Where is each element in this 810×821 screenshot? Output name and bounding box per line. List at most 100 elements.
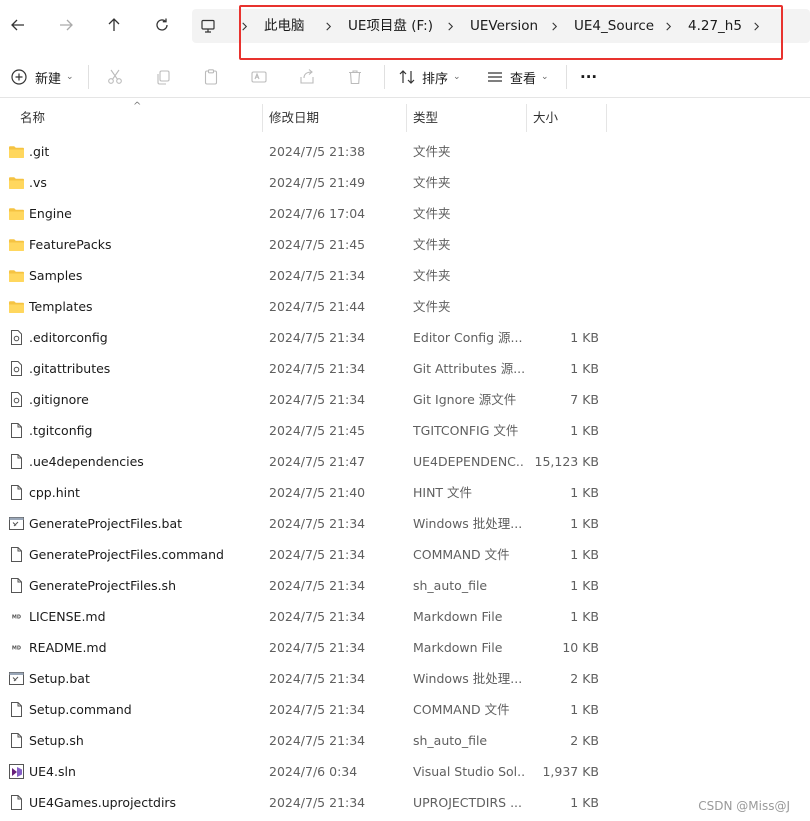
file-row[interactable]: Setup.command 2024/7/5 21:34 COMMAND 文件 1 K… [0,694,810,725]
delete-button[interactable] [346,56,364,98]
file-name: UE4.sln [29,764,76,779]
file-row[interactable]: Templates 2024/7/5 21:44 文件夹 [0,291,810,322]
file-size: 1 KB [570,516,599,531]
file-modified-date: 2024/7/6 17:04 [269,206,366,221]
file-icon [8,732,25,749]
batch-file-icon [8,670,25,687]
file-row[interactable]: MD README.md 2024/7/5 21:34 Markdown File 10… [0,632,810,663]
file-row[interactable]: .vs 2024/7/5 21:49 文件夹 [0,167,810,198]
file-modified-date: 2024/7/5 21:34 [269,268,366,283]
breadcrumb-item[interactable]: 此电脑 [264,9,305,43]
column-divider[interactable] [406,104,407,132]
column-divider[interactable] [526,104,527,132]
refresh-button[interactable] [148,10,176,40]
file-name: Setup.sh [29,733,84,748]
file-icon [8,422,25,439]
column-divider[interactable] [262,104,263,132]
view-button[interactable]: 查看 ⌄ [486,56,549,98]
file-size: 1,937 KB [542,764,599,779]
up-button[interactable] [100,10,128,40]
chevron-right-icon[interactable] [550,9,559,43]
file-name: .git [29,144,50,159]
share-button[interactable] [298,56,316,98]
plus-circle-icon [10,68,28,86]
forward-button[interactable] [52,10,80,40]
column-header-name[interactable]: 名称 [20,104,45,132]
file-modified-date: 2024/7/5 21:34 [269,609,366,624]
file-row[interactable]: GenerateProjectFiles.command 2024/7/5 21:… [0,539,810,570]
file-row[interactable]: UE4Games.uprojectdirs 2024/7/5 21:34 UPROJ… [0,787,810,818]
visual-studio-solution-icon [8,763,25,780]
breadcrumb-item[interactable]: UEVersion [470,9,538,43]
sort-button[interactable]: 排序 ⌄ [398,56,461,98]
file-modified-date: 2024/7/5 21:49 [269,175,366,190]
file-row[interactable]: cpp.hint 2024/7/5 21:40 HINT 文件 1 KB [0,477,810,508]
paste-button[interactable] [202,56,220,98]
cut-button[interactable] [106,56,124,98]
folder-icon [8,174,25,191]
view-list-icon [486,68,504,86]
file-icon [8,484,25,501]
column-header-size[interactable]: 大小 [533,104,558,132]
column-divider[interactable] [606,104,607,132]
new-button[interactable]: 新建 ⌄ [10,56,74,98]
file-type: Markdown File [413,609,503,624]
breadcrumb-item[interactable]: UE项目盘 (F:) [348,9,433,43]
file-row[interactable]: .tgitconfig 2024/7/5 21:45 TGITCONFIG 文件 1 … [0,415,810,446]
file-size: 15,123 KB [534,454,599,469]
file-type: UPROJECTDIRS ... [413,795,522,810]
watermark-text: CSDN @Miss@J [698,799,790,813]
arrow-up-icon [108,18,120,31]
config-file-icon [8,329,25,346]
file-name: FeaturePacks [29,237,112,252]
file-row[interactable]: .gitattributes 2024/7/5 21:34 Git Attribut… [0,353,810,384]
file-size: 1 KB [570,795,599,810]
file-type: Windows 批处理... [413,516,523,531]
address-bar[interactable]: 此电脑 UE项目盘 (F:) UEVersion UE4_Source 4.27… [192,9,810,43]
file-name: .ue4dependencies [29,454,144,469]
back-button[interactable] [4,10,32,40]
file-row[interactable]: Setup.sh 2024/7/5 21:34 sh_auto_file 2 KB [0,725,810,756]
clipboard-icon [202,68,220,86]
file-icon [8,453,25,470]
rename-button[interactable] [250,56,268,98]
arrow-right-icon [60,19,73,31]
file-row[interactable]: Samples 2024/7/5 21:34 文件夹 [0,260,810,291]
file-row[interactable]: Engine 2024/7/6 17:04 文件夹 [0,198,810,229]
file-row[interactable]: MD LICENSE.md 2024/7/5 21:34 Markdown File 1… [0,601,810,632]
chevron-down-icon: ⌄ [541,72,549,82]
file-row[interactable]: GenerateProjectFiles.bat 2024/7/5 21:34 Wi… [0,508,810,539]
file-modified-date: 2024/7/5 21:34 [269,733,366,748]
file-type: Git Attributes 源... [413,361,525,376]
trash-icon [346,68,364,86]
file-row[interactable]: Setup.bat 2024/7/5 21:34 Windows 批处理... 2 K… [0,663,810,694]
file-size: 1 KB [570,485,599,500]
chevron-right-icon[interactable] [752,9,761,43]
file-icon [8,794,25,811]
breadcrumb-item[interactable]: 4.27_h5 [688,9,742,43]
column-header-type[interactable]: 类型 [413,104,438,132]
file-row[interactable]: .gitignore 2024/7/5 21:34 Git Ignore 源文件 7 … [0,384,810,415]
chevron-right-icon[interactable] [664,9,673,43]
file-row[interactable]: UE4.sln 2024/7/6 0:34 Visual Studio Sol...… [0,756,810,787]
file-row[interactable]: FeaturePacks 2024/7/5 21:45 文件夹 [0,229,810,260]
column-header-row: ^ 名称 修改日期 类型 大小 [0,101,810,132]
chevron-right-icon[interactable] [324,9,333,43]
file-size: 1 KB [570,609,599,624]
file-name: cpp.hint [29,485,80,500]
sort-label: 排序 [422,71,449,87]
rename-icon [250,68,268,86]
file-row[interactable]: .git 2024/7/5 21:38 文件夹 [0,136,810,167]
chevron-right-icon[interactable] [446,9,455,43]
breadcrumb-item[interactable]: UE4_Source [574,9,654,43]
column-header-date[interactable]: 修改日期 [269,104,319,132]
copy-button[interactable] [154,56,172,98]
chevron-right-icon[interactable] [240,9,249,43]
file-row[interactable]: .ue4dependencies 2024/7/5 21:47 UE4DEPENDE… [0,446,810,477]
file-size: 2 KB [570,733,599,748]
computer-icon-wrap[interactable] [200,9,216,43]
file-size: 10 KB [562,640,599,655]
more-options-button[interactable]: ··· [580,56,597,98]
file-row[interactable]: .editorconfig 2024/7/5 21:34 Editor Config… [0,322,810,353]
file-row[interactable]: GenerateProjectFiles.sh 2024/7/5 21:34 sh_… [0,570,810,601]
